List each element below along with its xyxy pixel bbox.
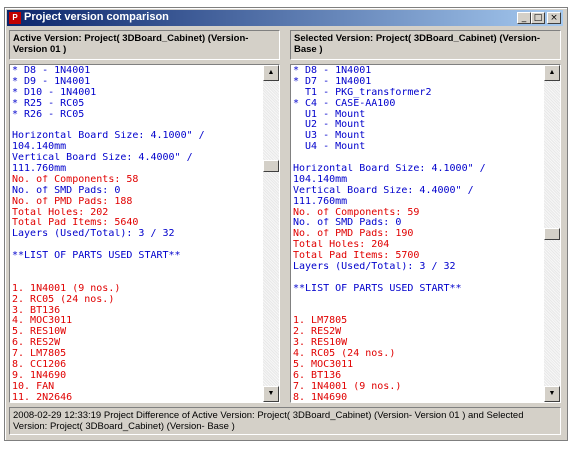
list-line: * D10 - 1N4001 <box>12 87 97 98</box>
list-line: No. of SMD Pads: 0 <box>12 185 121 196</box>
list-line: 4. RC05 (24 nos.) <box>293 349 396 360</box>
list-line: 10. FAN <box>12 381 55 392</box>
list-line: Horizontal Board Size: 4.1000" / <box>293 164 486 175</box>
list-line: No. of Components: 58 <box>12 174 139 185</box>
list-line: 11. 2N2646 <box>12 392 73 403</box>
app-logo-icon[interactable]: P <box>9 12 21 24</box>
list-line: No. of Components: 59 <box>293 207 420 218</box>
selected-version-pane: Selected Version: Project( 3DBoard_Cabin… <box>290 30 563 403</box>
list-line: **LIST OF PARTS USED START** <box>12 251 181 262</box>
list-line <box>293 153 543 164</box>
list-line <box>293 295 543 306</box>
list-line: 2. RC05 (24 nos.) <box>12 294 115 305</box>
list-line: 5. MOC3011 <box>293 360 354 371</box>
list-line: No. of PMD Pads: 190 <box>293 229 414 240</box>
list-line: 3. RES10W <box>293 338 348 349</box>
scroll-up-button[interactable]: ▲ <box>263 65 279 81</box>
list-line: * R26 - RC05 <box>12 109 85 120</box>
list-line: * R25 - RC05 <box>12 98 85 109</box>
list-line: Layers (Used/Total): 3 / 32 <box>293 262 456 273</box>
list-line: 2. RES2W <box>293 327 342 338</box>
scroll-up-button[interactable]: ▲ <box>544 65 560 81</box>
active-version-scrollbar[interactable]: ▲ ▼ <box>263 65 279 402</box>
list-line: 9. 1N4690 <box>12 370 67 381</box>
list-line <box>12 262 262 273</box>
list-line: T1 - PKG_transformer2 <box>293 87 432 98</box>
list-line: * D8 - 1N4001 <box>12 66 91 76</box>
list-line: * D7 - 1N4001 <box>293 76 372 87</box>
active-version-header: Active Version: Project( 3DBoard_Cabinet… <box>9 30 280 60</box>
list-line: 111.760mm <box>293 196 348 207</box>
list-line: * C4 - CASE-AA100 <box>293 98 396 109</box>
list-line <box>293 273 543 284</box>
list-line: 5. RES10W <box>12 327 67 338</box>
list-line: Total Holes: 204 <box>293 240 390 251</box>
list-line: No. of SMD Pads: 0 <box>293 218 402 229</box>
list-line: 7. 1N4001 (9 nos.) <box>293 381 402 392</box>
selected-version-lines: * D8 - 1N4001 * D7 - 1N4001 T1 - PKG_tran… <box>293 66 543 403</box>
list-line: 8. 1N4690 <box>293 392 348 403</box>
close-button[interactable]: × <box>547 12 561 24</box>
list-line: U2 - Mount <box>293 120 366 131</box>
list-line: U4 - Mount <box>293 142 366 153</box>
list-line: 104.140mm <box>12 142 67 153</box>
status-message: 2008-02-29 12:33:19 Project Difference o… <box>9 407 561 435</box>
scroll-down-button[interactable]: ▼ <box>263 386 279 402</box>
list-line: 3. BT136 <box>12 305 61 316</box>
selected-version-listbox[interactable]: * D8 - 1N4001 * D7 - 1N4001 T1 - PKG_tran… <box>290 64 561 403</box>
list-line: Total Pad Items: 5640 <box>12 218 139 229</box>
maximize-button[interactable]: □ <box>531 12 545 24</box>
minimize-button[interactable]: _ <box>517 12 531 24</box>
list-line: * D9 - 1N4001 <box>12 76 91 87</box>
list-line: 1. LM7805 <box>293 316 348 327</box>
list-line <box>12 240 262 251</box>
selected-version-header: Selected Version: Project( 3DBoard_Cabin… <box>290 30 561 60</box>
list-line <box>12 120 262 131</box>
scroll-thumb[interactable] <box>263 160 279 172</box>
list-line: 6. BT136 <box>293 370 342 381</box>
scroll-down-button[interactable]: ▼ <box>544 386 560 402</box>
list-line: 7. LM7805 <box>12 349 67 360</box>
selected-version-scrollbar[interactable]: ▲ ▼ <box>544 65 560 402</box>
list-line: U1 - Mount <box>293 109 366 120</box>
list-line: Total Holes: 202 <box>12 207 109 218</box>
list-line: * D8 - 1N4001 <box>293 66 372 76</box>
list-line: Vertical Board Size: 4.4000" / <box>293 185 474 196</box>
list-line: Layers (Used/Total): 3 / 32 <box>12 229 175 240</box>
list-line <box>12 273 262 284</box>
list-line: Horizontal Board Size: 4.1000" / <box>12 131 205 142</box>
active-version-lines: * D8 - 1N4001 * D9 - 1N4001 * D10 - 1N4001… <box>12 66 262 403</box>
list-line: 104.140mm <box>293 174 348 185</box>
list-line: 6. RES2W <box>12 338 61 349</box>
list-line: 1. 1N4001 (9 nos.) <box>12 283 121 294</box>
list-line: 111.760mm <box>12 164 67 175</box>
active-version-listbox[interactable]: * D8 - 1N4001 * D9 - 1N4001 * D10 - 1N4001… <box>9 64 280 403</box>
comparison-window: P Project version comparison _ □ × Activ… <box>4 7 568 441</box>
list-line: U3 - Mount <box>293 131 366 142</box>
list-line <box>293 306 543 317</box>
list-line: **LIST OF PARTS USED START** <box>293 283 462 294</box>
list-line: 4. MOC3011 <box>12 316 73 327</box>
list-line: Vertical Board Size: 4.4000" / <box>12 153 193 164</box>
active-version-pane: Active Version: Project( 3DBoard_Cabinet… <box>9 30 282 403</box>
scroll-thumb[interactable] <box>544 228 560 240</box>
list-line: Total Pad Items: 5700 <box>293 251 420 262</box>
list-line: No. of PMD Pads: 188 <box>12 196 133 207</box>
title-bar[interactable]: P Project version comparison _ □ × <box>7 10 563 26</box>
list-line: 8. CC1206 <box>12 360 67 371</box>
window-title: Project version comparison <box>24 11 169 23</box>
